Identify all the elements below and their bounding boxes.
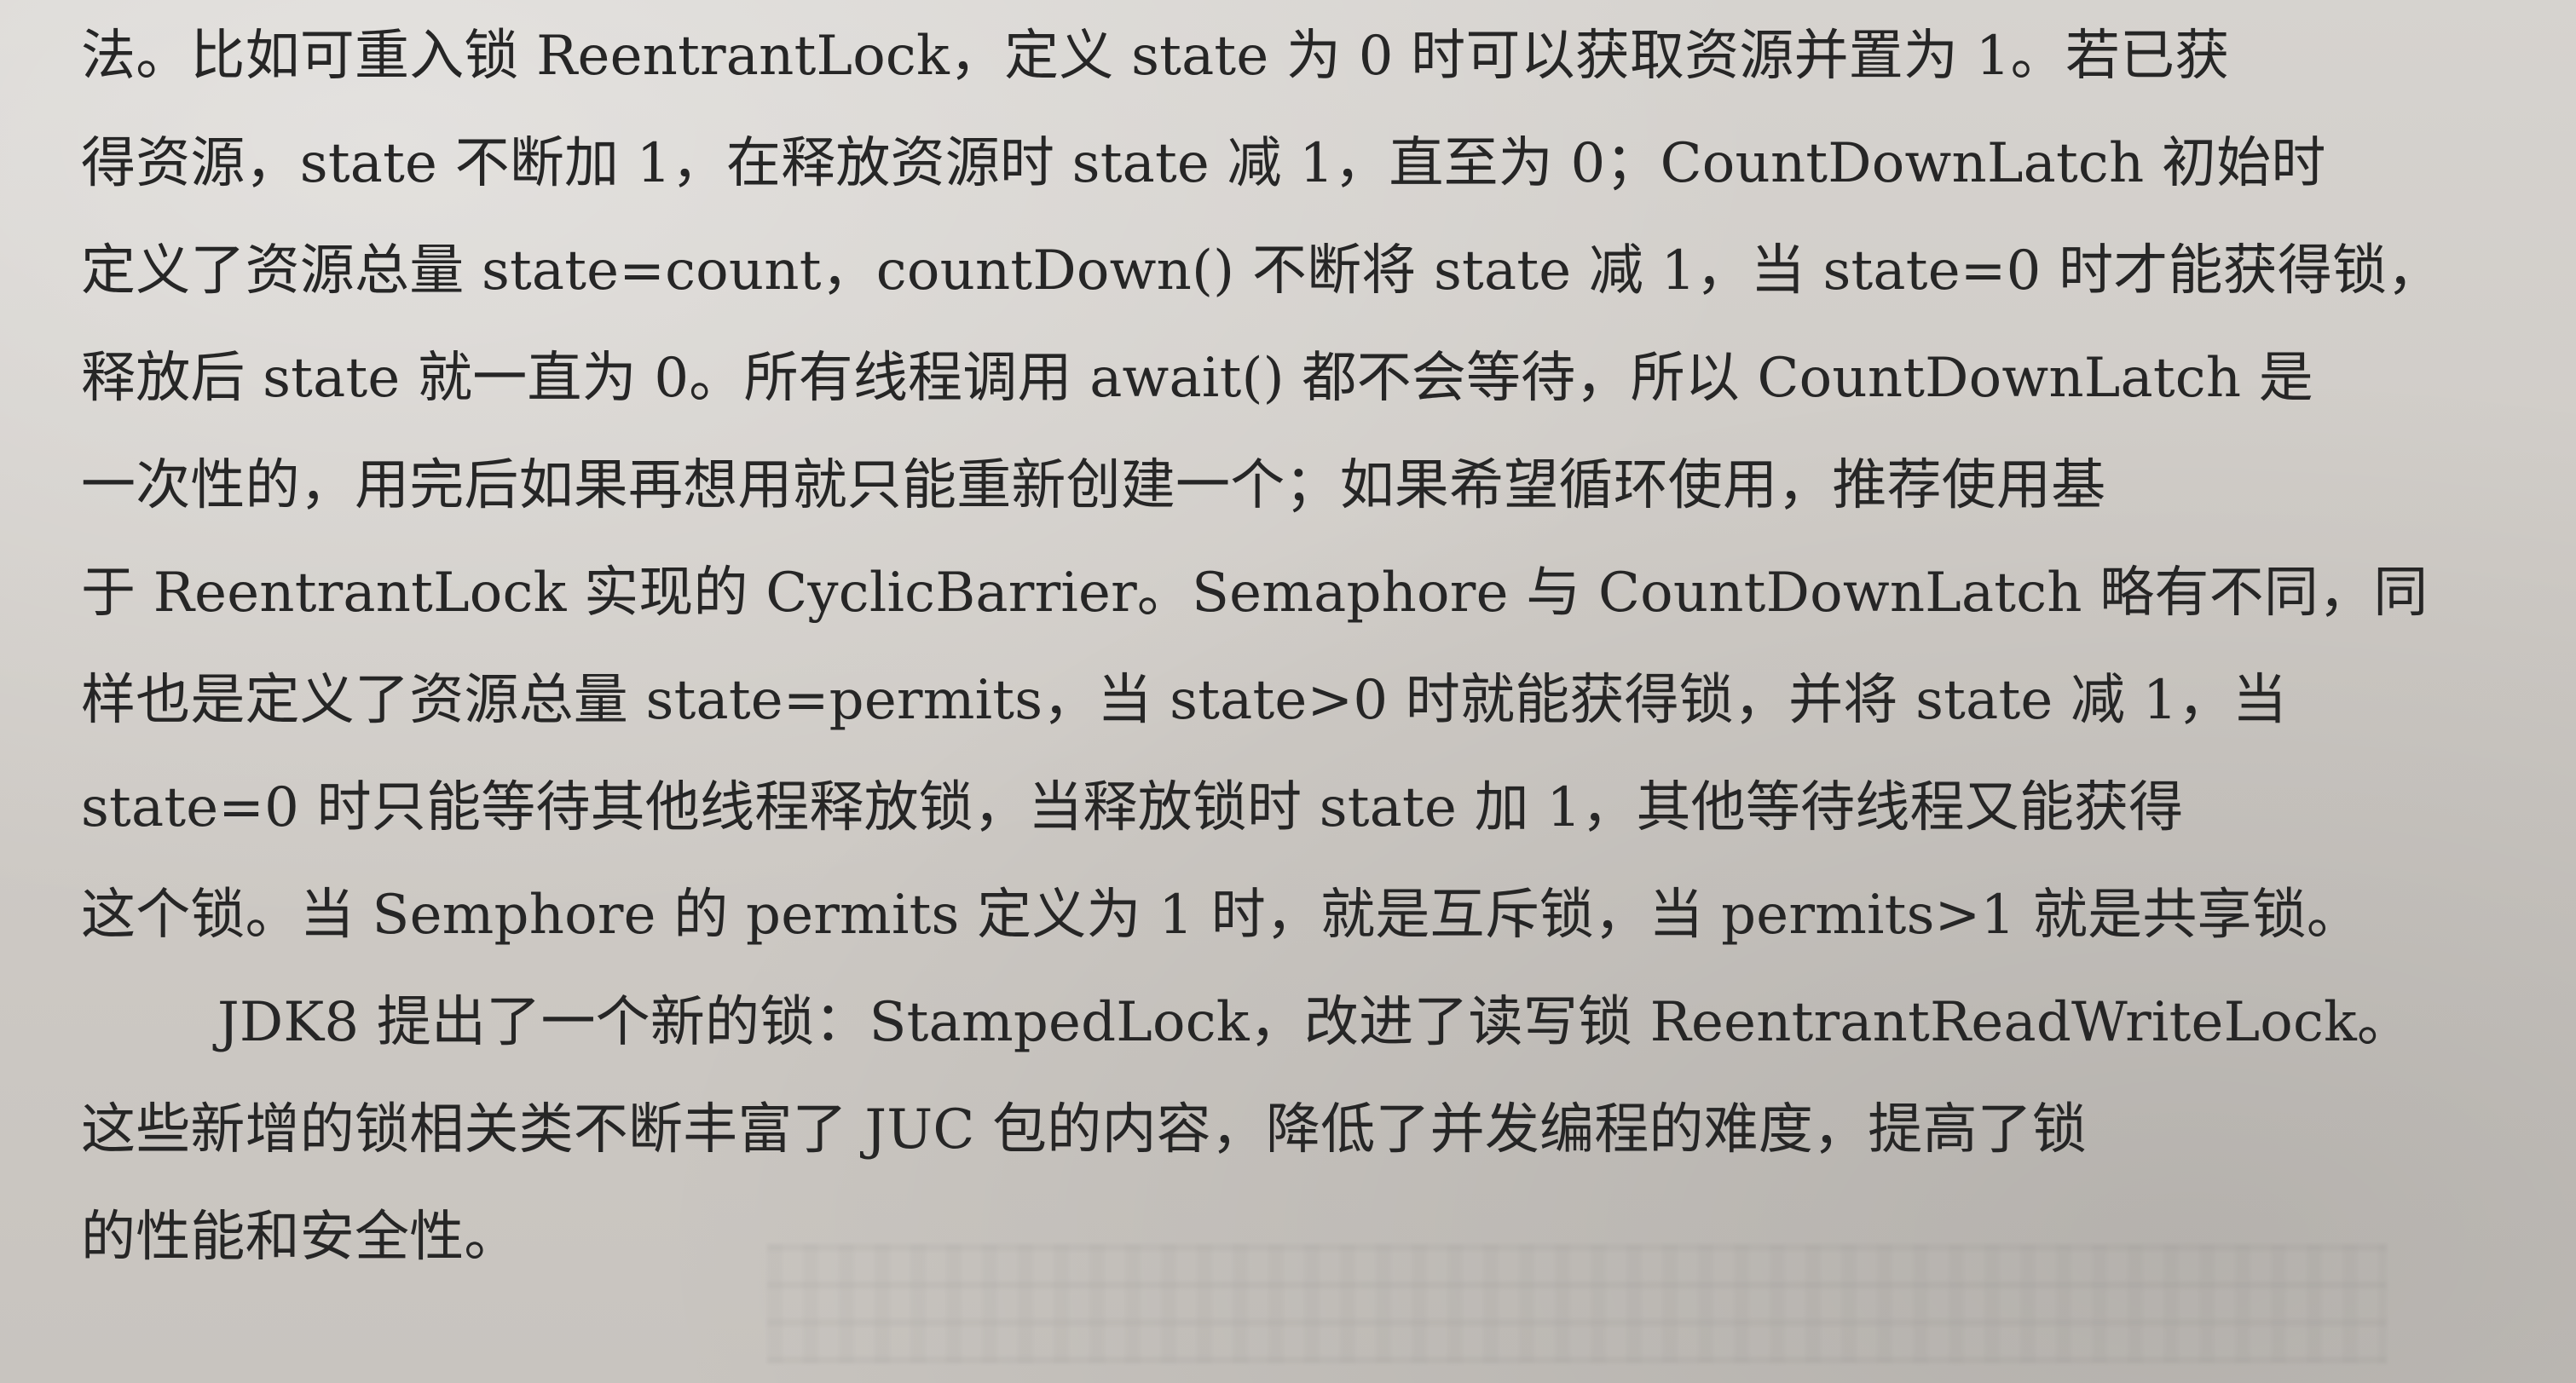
text-line: JDK8 提出了一个新的锁：StampedLock，改进了读写锁 Reentra… <box>217 991 2412 1054</box>
text-line: 于 ReentrantLock 实现的 CyclicBarrier。Semaph… <box>81 562 2429 625</box>
text-line: 的性能和安全性。 <box>81 1206 519 1269</box>
text-line: 释放后 state 就一直为 0。所有线程调用 await() 都不会等待，所以… <box>81 347 2313 410</box>
text-line: 得资源，state 不断加 1，在释放资源时 state 减 1，直至为 0；C… <box>81 132 2326 195</box>
text-line: state=0 时只能等待其他线程释放锁，当释放锁时 state 加 1，其他等… <box>81 776 2184 839</box>
text-line: 这些新增的锁相关类不断丰富了 JUC 包的内容，降低了并发编程的难度，提高了锁 <box>81 1098 2088 1161</box>
text-line: 法。比如可重入锁 ReentrantLock，定义 state 为 0 时可以获… <box>81 25 2230 88</box>
text-line: 定义了资源总量 state=count，countDown() 不断将 stat… <box>81 239 2442 303</box>
text-line: 一次性的，用完后如果再想用就只能重新创建一个；如果希望循环使用，推荐使用基 <box>81 454 2106 517</box>
text-line: 样也是定义了资源总量 state=permits，当 state>0 时就能获得… <box>81 669 2288 732</box>
document-page: 法。比如可重入锁 ReentrantLock，定义 state 为 0 时可以获… <box>0 0 2576 1383</box>
bleed-through-text <box>767 1244 2387 1363</box>
text-line: 这个锁。当 Semphore 的 permits 定义为 1 时，就是互斥锁，当… <box>81 884 2362 947</box>
